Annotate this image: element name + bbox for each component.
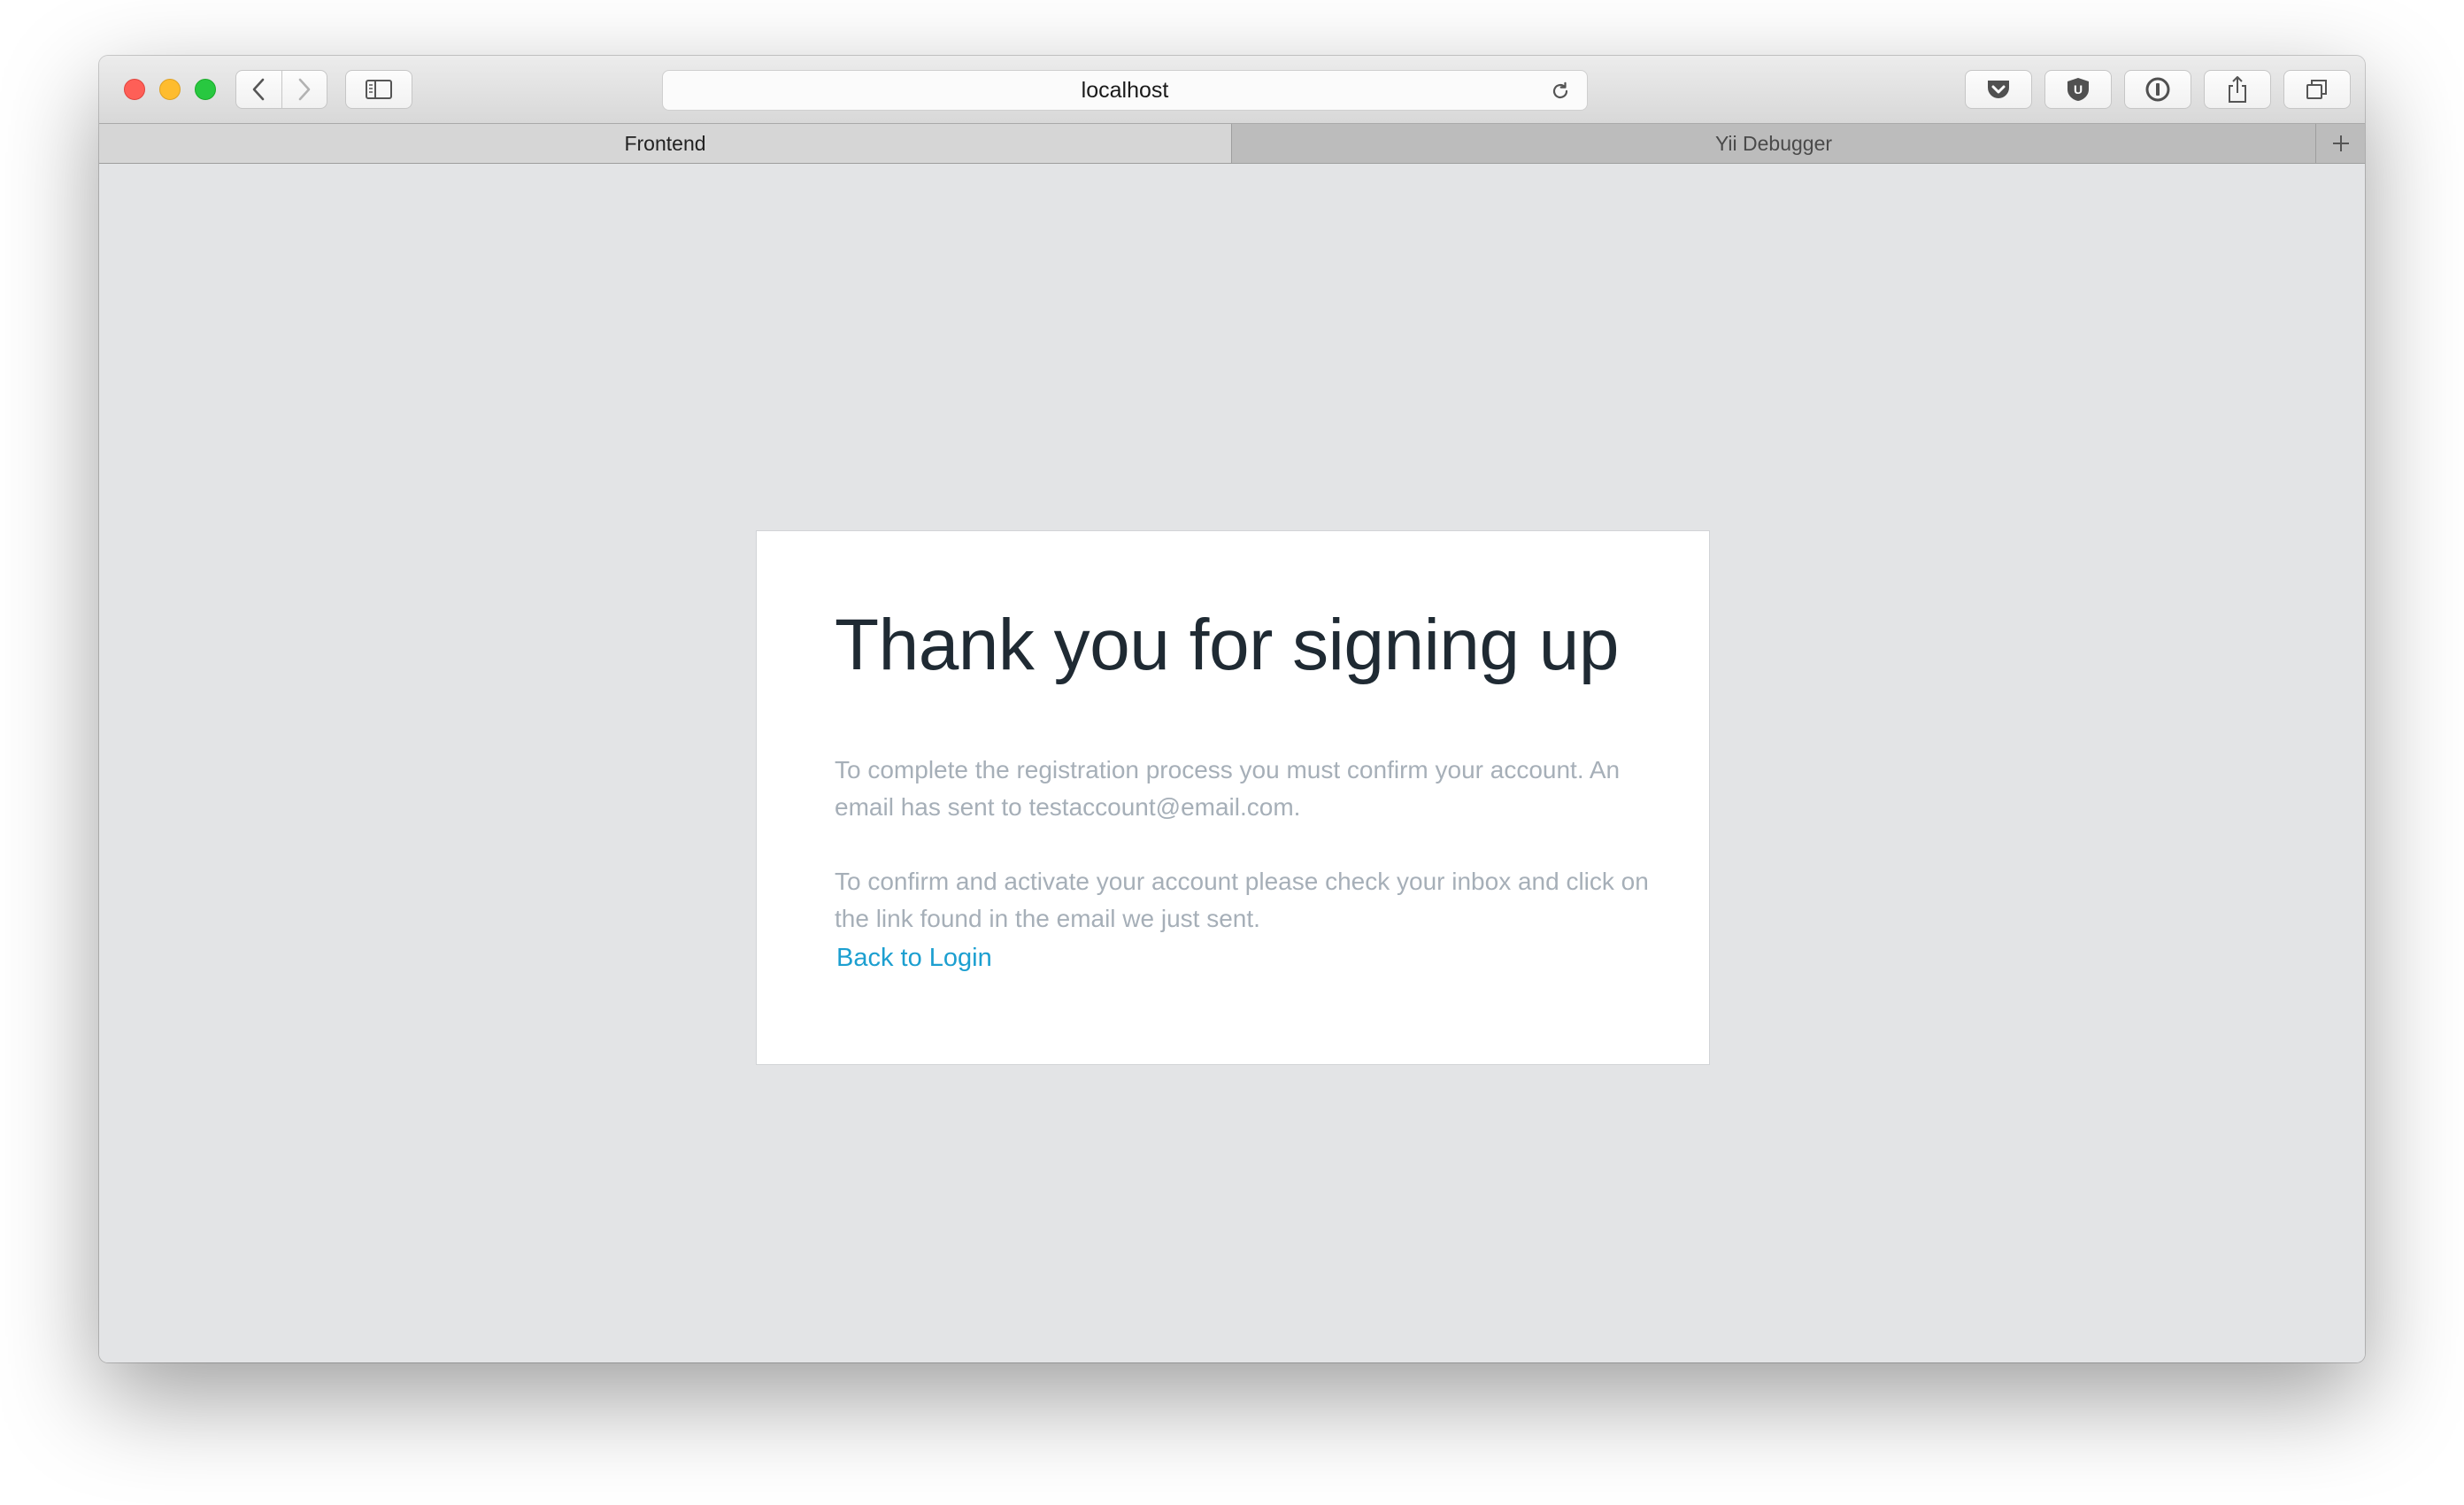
sidebar-icon	[366, 80, 392, 99]
maximize-window-button[interactable]	[195, 79, 216, 100]
svg-text:U: U	[2074, 82, 2083, 96]
new-tab-button[interactable]	[2315, 124, 2365, 163]
back-button[interactable]	[236, 71, 281, 108]
page-title: Thank you for signing up	[835, 605, 1620, 685]
share-icon	[2229, 76, 2246, 103]
signup-confirmation-card: Thank you for signing up To complete the…	[756, 530, 1710, 1065]
back-to-login-link[interactable]: Back to Login	[836, 944, 992, 973]
reload-icon[interactable]	[1550, 81, 1571, 102]
forward-button[interactable]	[281, 71, 327, 108]
navigation-buttons	[235, 70, 327, 109]
sidebar-toggle-button[interactable]	[345, 70, 412, 109]
address-bar[interactable]: localhost	[662, 70, 1588, 111]
plus-icon	[2332, 135, 2349, 151]
minimize-window-button[interactable]	[159, 79, 181, 100]
close-window-button[interactable]	[124, 79, 145, 100]
browser-window: localhost U Frontend Yii Debugger Thank …	[99, 56, 2365, 1362]
share-button[interactable]	[2204, 70, 2271, 109]
ublock-button[interactable]: U	[2044, 70, 2112, 109]
1password-button[interactable]	[2124, 70, 2191, 109]
pocket-button[interactable]	[1965, 70, 2032, 109]
page-content: Thank you for signing up To complete the…	[99, 164, 2365, 1362]
1password-icon	[2145, 77, 2170, 102]
tab-frontend[interactable]: Frontend	[99, 124, 1232, 163]
tab-bar: Frontend Yii Debugger	[99, 123, 2365, 164]
pocket-icon	[1988, 81, 2009, 98]
tabs-overview-button[interactable]	[2283, 70, 2351, 109]
chevron-right-icon	[298, 78, 311, 101]
chevron-left-icon	[252, 78, 265, 101]
registration-info-text: To complete the registration process you…	[835, 756, 1621, 821]
tabs-overview-icon	[2306, 80, 2327, 99]
activation-info-text: To confirm and activate your account ple…	[835, 868, 1649, 932]
tab-yii-debugger[interactable]: Yii Debugger	[1232, 124, 2315, 163]
address-text: localhost	[1081, 77, 1169, 103]
ublock-icon: U	[2067, 78, 2089, 101]
title-bar: localhost U	[99, 56, 2365, 123]
